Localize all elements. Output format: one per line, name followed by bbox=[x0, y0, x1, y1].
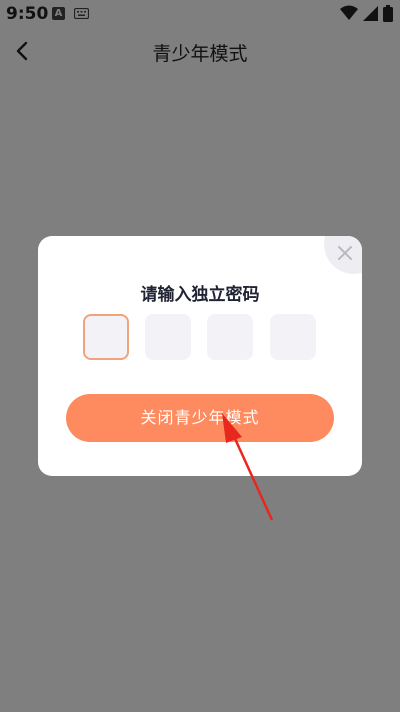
pin-input-3[interactable] bbox=[207, 314, 253, 360]
password-dialog: 请输入独立密码 关闭青少年模式 bbox=[38, 236, 362, 476]
close-icon[interactable] bbox=[334, 242, 356, 264]
pin-input-1[interactable] bbox=[83, 314, 129, 360]
pin-input-4[interactable] bbox=[270, 314, 316, 360]
pin-input-2[interactable] bbox=[145, 314, 191, 360]
close-teen-mode-button[interactable]: 关闭青少年模式 bbox=[66, 394, 334, 442]
dialog-title: 请输入独立密码 bbox=[140, 285, 260, 305]
